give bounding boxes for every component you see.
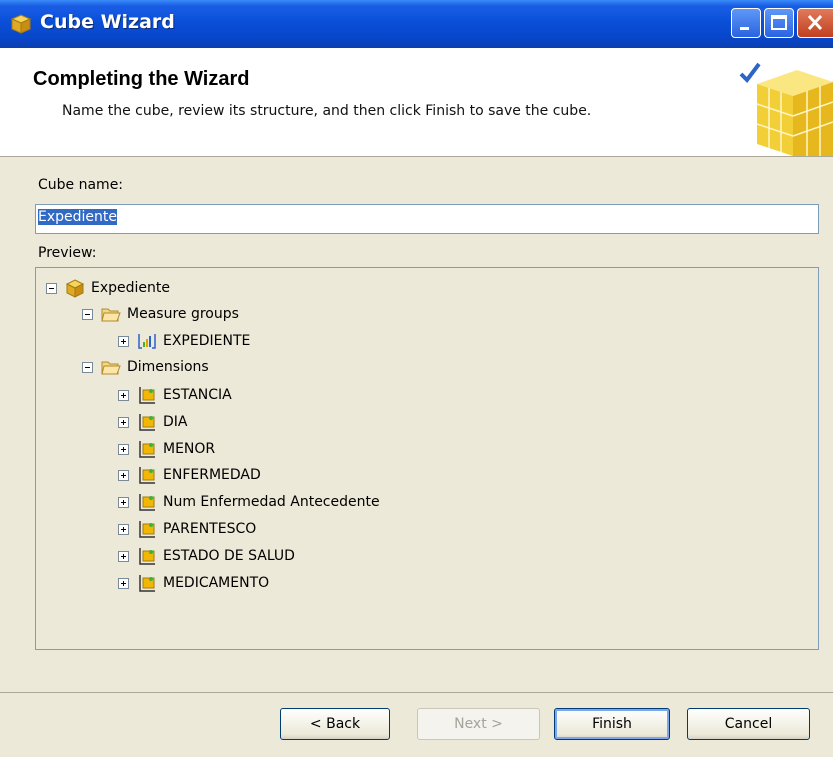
cube-icon (65, 279, 85, 298)
tree-node-label: Measure groups (127, 306, 239, 322)
tree-node-measure-groups[interactable]: Measure groups (82, 303, 239, 325)
tree-node-label: ENFERMEDAD (163, 467, 261, 483)
dimension-icon (139, 387, 155, 404)
wizard-header: Completing the Wizard Name the cube, rev… (0, 48, 833, 157)
cancel-button[interactable]: Cancel (687, 708, 810, 740)
cube-preview-tree[interactable]: Expediente Measure groups EXPEDIENTE Dim… (35, 267, 819, 650)
cube-wizard-graphic-icon (739, 62, 833, 156)
page-title: Completing the Wizard (33, 68, 250, 90)
finish-button[interactable]: Finish (554, 708, 670, 740)
tree-node-label: ESTADO DE SALUD (163, 548, 295, 564)
dimension-icon (139, 575, 155, 592)
cube-wizard-window: Cube Wizard Completing the Wizard Name t… (0, 0, 833, 757)
dimension-icon (139, 548, 155, 565)
cube-name-value: Expediente (38, 209, 117, 225)
dimension-icon (139, 441, 155, 458)
tree-node-dimensions[interactable]: Dimensions (82, 356, 209, 378)
dimension-icon (139, 414, 155, 431)
open-folder-icon (101, 361, 121, 375)
measure-group-chart-icon (138, 334, 156, 349)
tree-node-label: MEDICAMENTO (163, 575, 270, 591)
maximize-button[interactable] (764, 8, 794, 38)
tree-node-measure-group[interactable]: EXPEDIENTE (118, 330, 250, 352)
tree-node-dimension[interactable]: MENOR (118, 438, 215, 460)
tree-node-label: Num Enfermedad Antecedente (163, 494, 380, 510)
collapse-toggle[interactable] (82, 361, 93, 373)
tree-node-label: DIA (163, 414, 188, 430)
tree-node-label: PARENTESCO (163, 521, 257, 537)
expand-toggle[interactable] (118, 443, 129, 455)
tree-node-label: ESTANCIA (163, 387, 232, 403)
expand-toggle[interactable] (118, 496, 129, 508)
cube-name-input[interactable]: Expediente (35, 204, 819, 234)
expand-toggle[interactable] (118, 469, 129, 481)
dimension-icon (139, 467, 155, 484)
dimension-icon (139, 521, 155, 538)
expand-toggle[interactable] (118, 523, 129, 535)
expand-toggle[interactable] (118, 389, 129, 401)
maximize-icon (771, 15, 787, 30)
expand-toggle[interactable] (118, 577, 129, 589)
tree-node-label: Dimensions (127, 359, 209, 375)
tree-node-root[interactable]: Expediente (46, 277, 170, 299)
collapse-toggle[interactable] (82, 308, 93, 320)
back-button[interactable]: < Back (280, 708, 390, 740)
tree-node-dimension[interactable]: ESTADO DE SALUD (118, 545, 295, 567)
page-subtitle: Name the cube, review its structure, and… (62, 103, 592, 119)
cube-name-label: Cube name: (38, 177, 124, 193)
tree-node-dimension[interactable]: MEDICAMENTO (118, 572, 269, 594)
tree-node-dimension[interactable]: PARENTESCO (118, 518, 256, 540)
close-button[interactable] (797, 8, 833, 38)
tree-node-label: Expediente (91, 280, 170, 296)
cube-icon (10, 14, 32, 34)
dimension-icon (139, 494, 155, 511)
tree-node-label: MENOR (163, 441, 216, 457)
close-icon (807, 14, 823, 31)
title-bar[interactable]: Cube Wizard (0, 0, 833, 48)
collapse-toggle[interactable] (46, 282, 57, 294)
tree-node-label: EXPEDIENTE (163, 333, 251, 349)
next-button[interactable]: Next > (417, 708, 540, 740)
expand-toggle[interactable] (118, 550, 129, 562)
window-title: Cube Wizard (40, 11, 175, 33)
preview-label: Preview: (38, 245, 97, 261)
tree-node-dimension[interactable]: DIA (118, 411, 188, 433)
expand-toggle[interactable] (118, 416, 129, 428)
expand-toggle[interactable] (118, 335, 129, 347)
tree-node-dimension[interactable]: ENFERMEDAD (118, 464, 261, 486)
open-folder-icon (101, 308, 121, 322)
minimize-icon (740, 27, 749, 30)
minimize-button[interactable] (731, 8, 761, 38)
tree-node-dimension[interactable]: Num Enfermedad Antecedente (118, 491, 380, 513)
tree-node-dimension[interactable]: ESTANCIA (118, 384, 232, 406)
